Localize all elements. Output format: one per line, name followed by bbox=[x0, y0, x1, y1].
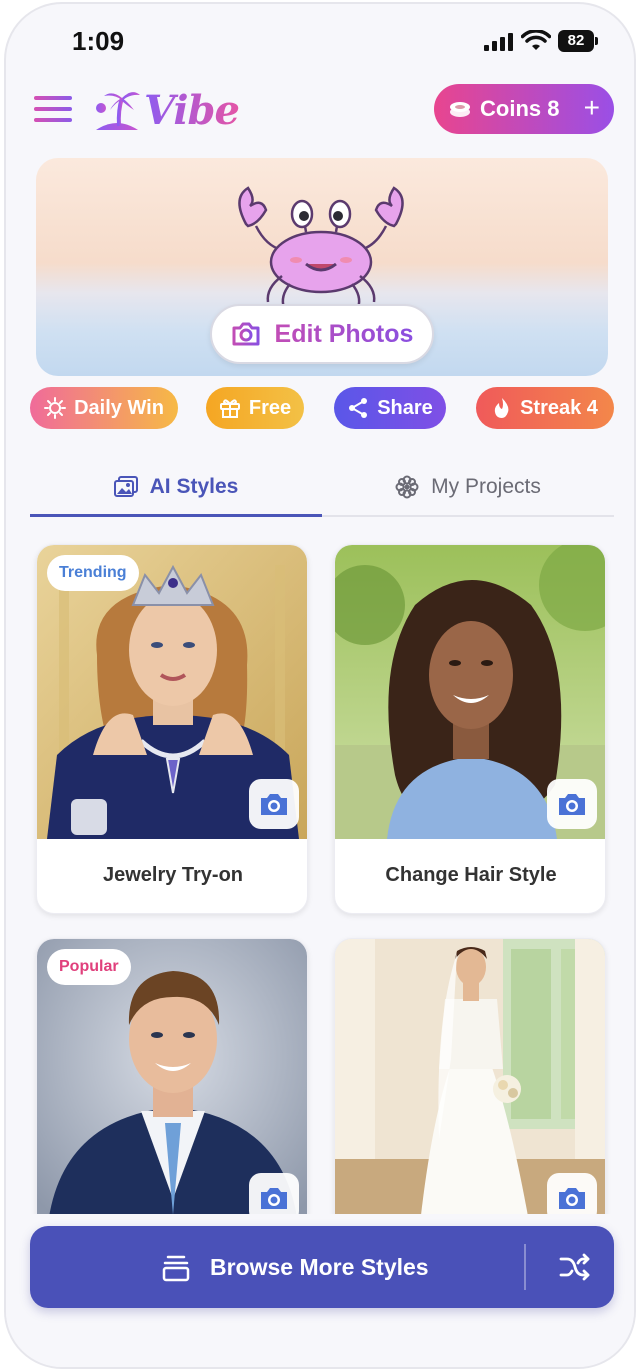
battery-indicator: 82 bbox=[558, 30, 598, 52]
share-chip[interactable]: Share bbox=[334, 387, 446, 429]
status-bar: 1:09 82 bbox=[6, 4, 634, 76]
phone-screen: 1:09 82 Vibe Coins 8 + Edit Photos Daily… bbox=[4, 2, 636, 1369]
add-coins-icon[interactable]: + bbox=[584, 94, 600, 122]
share-label: Share bbox=[377, 396, 433, 419]
active-tab-indicator bbox=[30, 514, 322, 517]
camera-icon bbox=[261, 1188, 287, 1209]
sun-icon bbox=[44, 397, 67, 419]
app-logo: Vibe bbox=[92, 84, 240, 136]
image-icon bbox=[113, 476, 138, 497]
tab-my-projects-label: My Projects bbox=[431, 475, 541, 498]
flame-icon bbox=[494, 398, 509, 418]
signal-icon bbox=[484, 33, 514, 51]
shuffle-button[interactable] bbox=[550, 1244, 600, 1290]
camera-button[interactable] bbox=[547, 779, 597, 829]
camera-icon bbox=[261, 794, 287, 815]
daily-win-label: Daily Win bbox=[74, 396, 164, 419]
camera-icon bbox=[559, 1188, 585, 1209]
camera-icon bbox=[232, 322, 260, 346]
browse-more-styles-button[interactable]: Browse More Styles bbox=[30, 1226, 614, 1308]
hero-banner: Edit Photos bbox=[36, 158, 608, 376]
style-card-jewelry[interactable]: Trending Jewelry Try-on bbox=[36, 544, 308, 914]
style-card-wedding[interactable] bbox=[334, 938, 606, 1238]
app-name: Vibe bbox=[144, 86, 240, 134]
gift-icon bbox=[219, 399, 240, 418]
flower-icon bbox=[395, 475, 419, 499]
coins-icon bbox=[450, 102, 470, 117]
crab-mascot-illustration bbox=[238, 186, 404, 309]
style-card-professional[interactable]: Popular bbox=[36, 938, 308, 1238]
streak-chip[interactable]: Streak 4 bbox=[476, 387, 614, 429]
style-card-hair[interactable]: Change Hair Style bbox=[334, 544, 606, 914]
status-time: 1:09 bbox=[72, 26, 125, 56]
edit-photos-label: Edit Photos bbox=[274, 319, 414, 348]
share-icon bbox=[349, 398, 368, 418]
tab-ai-styles-label: AI Styles bbox=[149, 475, 239, 498]
edit-photos-button[interactable]: Edit Photos bbox=[210, 304, 434, 364]
button-divider bbox=[524, 1244, 526, 1290]
shuffle-icon bbox=[559, 1253, 590, 1281]
popular-badge: Popular bbox=[47, 949, 131, 985]
free-label: Free bbox=[248, 396, 292, 419]
card-title: Change Hair Style bbox=[385, 863, 557, 886]
palm-island-icon bbox=[96, 92, 140, 130]
camera-button[interactable] bbox=[249, 779, 299, 829]
browse-more-styles-label: Browse More Styles bbox=[210, 1254, 429, 1280]
tab-bar: AI Styles My Projects bbox=[30, 459, 614, 517]
trending-badge: Trending bbox=[47, 555, 139, 591]
coins-label: Coins 8 bbox=[480, 96, 560, 121]
tab-ai-styles[interactable]: AI Styles bbox=[30, 459, 322, 517]
streak-label: Streak 4 bbox=[520, 396, 598, 419]
card-title: Jewelry Try-on bbox=[102, 863, 244, 886]
free-chip[interactable]: Free bbox=[206, 387, 304, 429]
camera-icon bbox=[559, 794, 585, 815]
menu-button[interactable] bbox=[34, 92, 74, 126]
wifi-icon bbox=[521, 30, 551, 50]
tab-my-projects[interactable]: My Projects bbox=[322, 459, 614, 515]
coins-button[interactable]: Coins 8 + bbox=[434, 84, 614, 134]
stack-icon bbox=[162, 1255, 190, 1282]
daily-win-chip[interactable]: Daily Win bbox=[30, 387, 178, 429]
